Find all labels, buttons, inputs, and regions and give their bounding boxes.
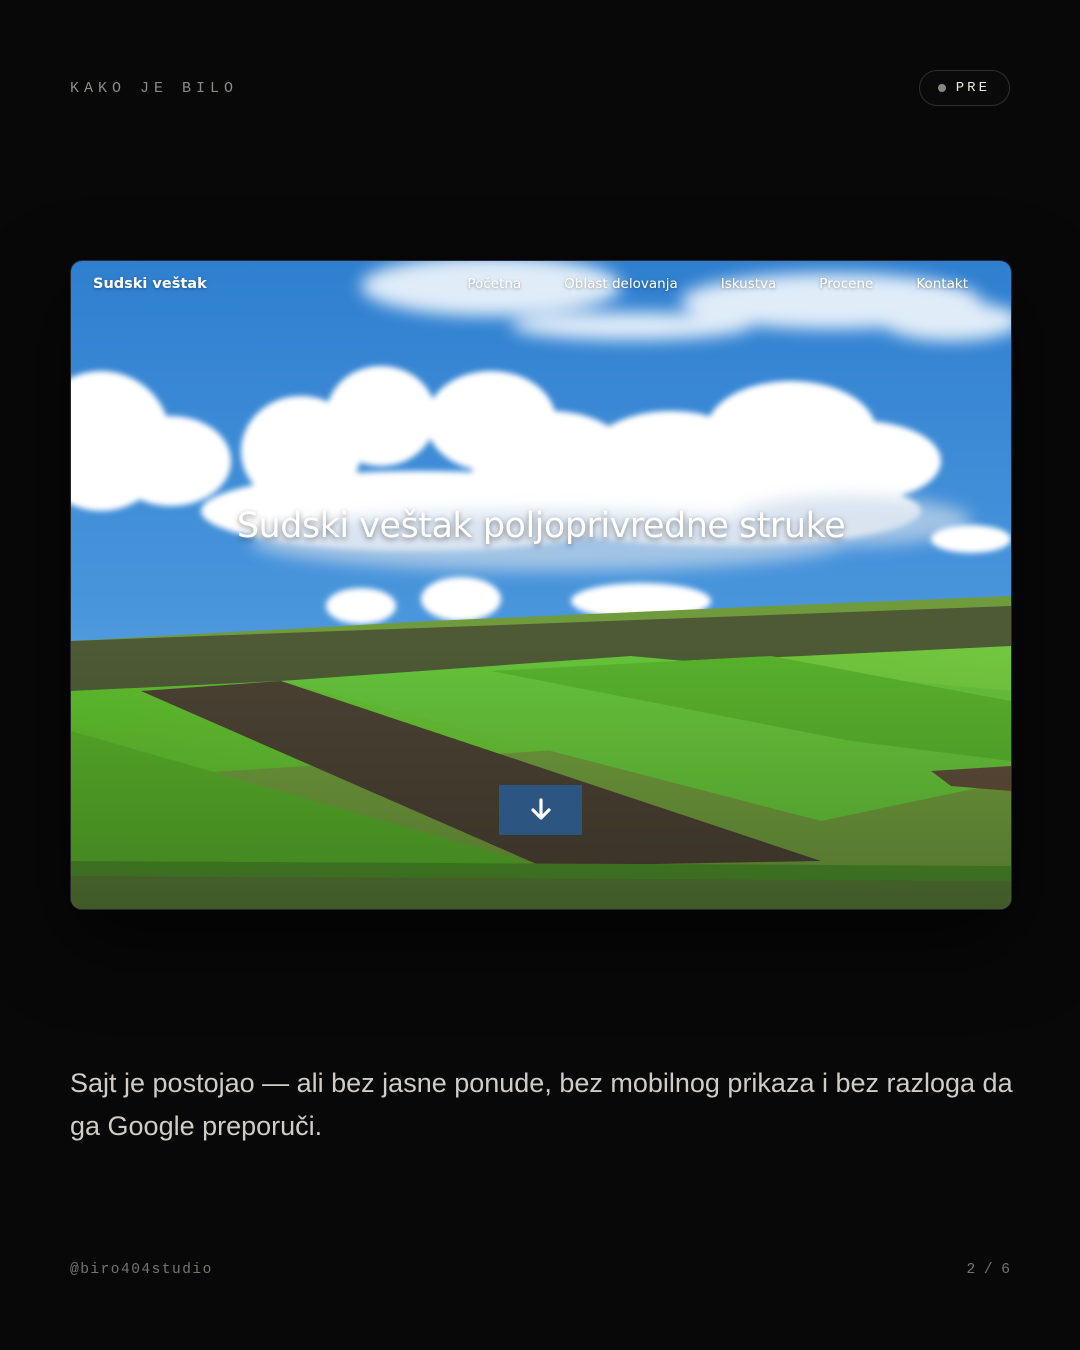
- nav-item-pocetna[interactable]: Početna: [467, 276, 521, 292]
- studio-handle: @biro404studio: [70, 1262, 213, 1278]
- nav-links: Početna Oblast delovanja Iskustva Procen…: [467, 276, 968, 292]
- site-navbar: Sudski veštak Početna Oblast delovanja I…: [71, 261, 1011, 307]
- nav-item-iskustva[interactable]: Iskustva: [721, 276, 777, 292]
- scroll-down-button[interactable]: [499, 785, 582, 835]
- nav-item-oblast-delovanja[interactable]: Oblast delovanja: [564, 276, 678, 292]
- description-text: Sajt je postojao — ali bez jasne ponude,…: [70, 1068, 1013, 1141]
- site-brand[interactable]: Sudski veštak: [93, 276, 207, 292]
- hero-title: Sudski veštak poljoprivredne struke: [236, 506, 846, 546]
- nav-item-kontakt[interactable]: Kontakt: [916, 276, 968, 292]
- section-label: KAKO JE BILO: [70, 80, 239, 97]
- arrow-down-icon: [530, 798, 551, 820]
- pre-badge: PRE: [918, 70, 1010, 106]
- page-counter: 2 / 6: [966, 1262, 1010, 1278]
- status-dot-icon: [937, 84, 946, 92]
- badge-label: PRE: [955, 80, 990, 96]
- website-screenshot: Sudski veštak Početna Oblast delovanja I…: [70, 260, 1012, 910]
- nav-item-procene[interactable]: Procene: [819, 276, 873, 292]
